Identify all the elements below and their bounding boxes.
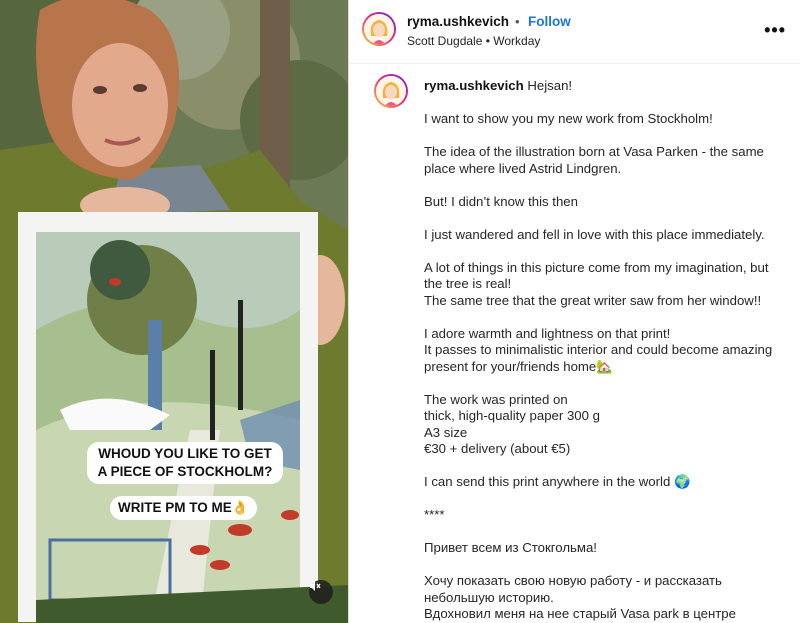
author-avatar[interactable] bbox=[362, 12, 396, 46]
post-details-panel: ryma.ushkevich • Follow Scott Dugdale • … bbox=[348, 0, 800, 623]
post-header: ryma.ushkevich • Follow Scott Dugdale • … bbox=[349, 0, 800, 64]
author-username[interactable]: ryma.ushkevich bbox=[407, 14, 509, 29]
caption-body: Hejsan! I want to show you my new work f… bbox=[424, 78, 773, 621]
avatar-portrait-icon bbox=[376, 76, 406, 106]
avatar-portrait-icon bbox=[364, 14, 394, 44]
story-caption-question: WHOUD YOU LIKE TO GET A PIECE OF STOCKHO… bbox=[87, 442, 283, 484]
caption-username[interactable]: ryma.ushkevich bbox=[424, 78, 524, 93]
more-options-icon[interactable]: ••• bbox=[764, 20, 786, 41]
mute-button[interactable] bbox=[309, 580, 333, 604]
photo-illustration bbox=[0, 0, 348, 623]
post-media[interactable]: WHOUD YOU LIKE TO GET A PIECE OF STOCKHO… bbox=[0, 0, 348, 623]
separator-dot: • bbox=[515, 14, 520, 29]
follow-button[interactable]: Follow bbox=[528, 14, 571, 29]
post-subline[interactable]: Scott Dugdale • Workday bbox=[407, 34, 540, 48]
post-caption: ryma.ushkevich Hejsan! I want to show yo… bbox=[349, 64, 800, 623]
caption-text-block: ryma.ushkevich Hejsan! I want to show yo… bbox=[424, 78, 784, 623]
story-caption-cta: WRITE PM TO ME👌 bbox=[110, 496, 257, 520]
caption-author-avatar[interactable] bbox=[374, 74, 408, 108]
